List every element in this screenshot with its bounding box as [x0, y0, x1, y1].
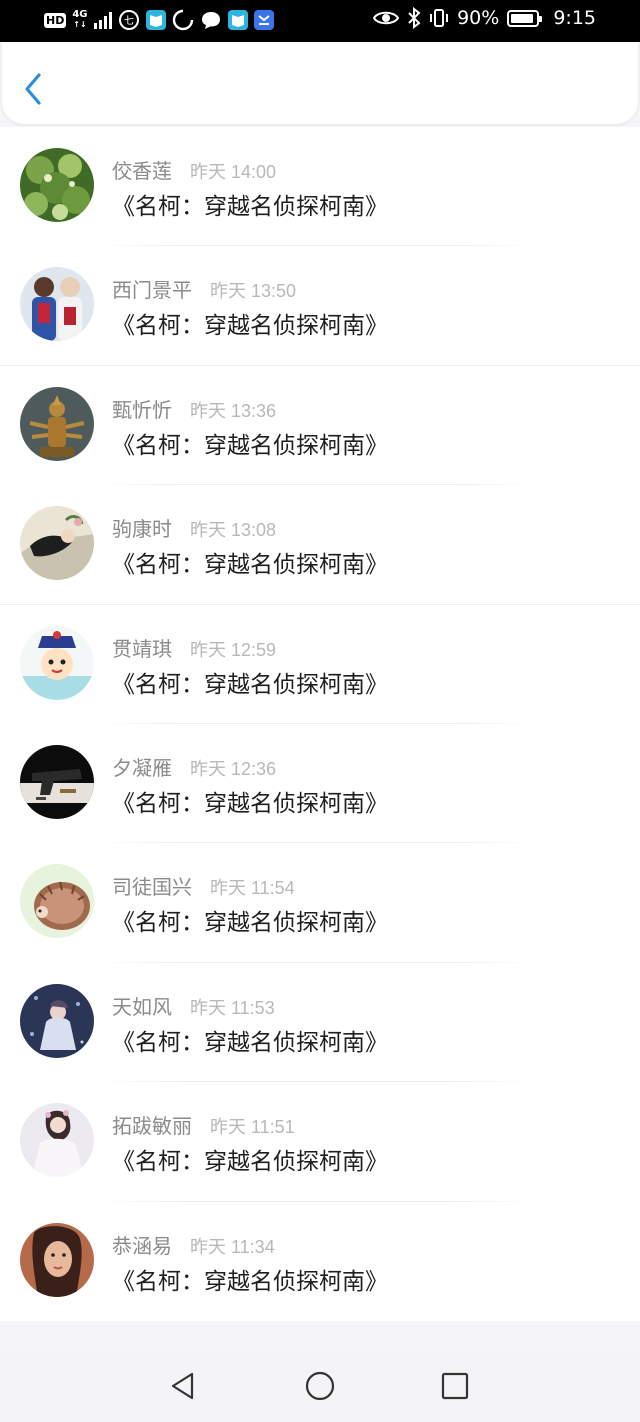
app-icon [253, 10, 274, 30]
avatar[interactable] [20, 267, 94, 342]
avatar[interactable] [20, 386, 94, 461]
battery-fill [511, 13, 533, 23]
message-text: 《名柯：穿越名侦探柯南》 [112, 1149, 388, 1176]
avatar[interactable] [20, 1222, 94, 1297]
list-item[interactable]: 司徒国兴 昨天 11:54 《名柯：穿越名侦探柯南》 [0, 843, 640, 964]
message-text: 《名柯：穿越名侦探柯南》 [112, 552, 388, 579]
sender-name: 恭涵易 昨天 11:34 [112, 1230, 275, 1259]
status-bar: HD 4G ↑↓ 七 90% 9:15 [0, 0, 640, 42]
battery-icon [507, 9, 543, 27]
message-time: 昨天 13:50 [210, 281, 297, 302]
app-icon: 七 [118, 10, 139, 30]
sender-name: 拓跋敏丽 昨天 11:51 [112, 1110, 295, 1139]
message-list: 佼香莲 昨天 14:00 《名柯：穿越名侦探柯南》 西门景平 昨天 13:50 《名… [0, 127, 640, 1321]
signal-icon [93, 11, 112, 29]
message-text: 《名柯：穿越名侦探柯南》 [112, 1029, 388, 1056]
back-button[interactable] [22, 72, 46, 106]
message-text: 《名柯：穿越名侦探柯南》 [112, 194, 388, 220]
sender-name: 西门景平 昨天 13:50 [112, 274, 296, 303]
sender-name: 天如风 昨天 11:53 [112, 991, 275, 1020]
message-time: 昨天 11:51 [210, 1117, 295, 1138]
sender-name-text: 驹康时 [112, 517, 172, 542]
loading-icon [172, 9, 193, 31]
message-time: 昨天 14:00 [190, 162, 277, 182]
sender-name: 佼香莲 昨天 14:00 [112, 155, 276, 184]
sender-name-text: 甄忻忻 [112, 397, 172, 422]
status-right: 90% 9:15 [373, 7, 596, 29]
sender-name-text: 拓跋敏丽 [112, 1114, 192, 1139]
message-text: 《名柯：穿越名侦探柯南》 [112, 313, 388, 340]
list-item[interactable]: 贯靖琪 昨天 12:59 《名柯：穿越名侦探柯南》 [0, 605, 640, 725]
avatar[interactable] [20, 625, 94, 700]
list-item[interactable]: 甄忻忻 昨天 13:36 《名柯：穿越名侦探柯南》 [0, 366, 640, 486]
message-text: 《名柯：穿越名侦探柯南》 [112, 1268, 388, 1295]
list-item[interactable]: 西门景平 昨天 13:50 《名柯：穿越名侦探柯南》 [0, 246, 640, 367]
recents-square-icon[interactable] [440, 1370, 470, 1402]
avatar[interactable] [20, 864, 94, 939]
message-time: 昨天 13:36 [190, 400, 277, 421]
avatar[interactable] [20, 506, 94, 581]
message-text: 《名柯：穿越名侦探柯南》 [112, 432, 388, 459]
reader-icon [227, 10, 248, 30]
list-item[interactable]: 拓跋敏丽 昨天 11:51 《名柯：穿越名侦探柯南》 [0, 1082, 640, 1202]
message-time: 昨天 13:08 [190, 520, 277, 541]
network-label: 4G [72, 9, 88, 20]
avatar[interactable] [20, 744, 94, 819]
avatar[interactable] [20, 148, 94, 222]
sender-name-text: 夕凝雁 [112, 755, 172, 780]
sender-name-text: 恭涵易 [112, 1233, 172, 1258]
list-item[interactable]: 恭涵易 昨天 11:34 《名柯：穿越名侦探柯南》 [0, 1202, 640, 1321]
sender-name: 甄忻忻 昨天 13:36 [112, 394, 276, 423]
clock: 9:15 [553, 7, 596, 29]
sender-name: 贯靖琪 昨天 12:59 [112, 633, 276, 662]
message-time: 昨天 12:59 [190, 639, 277, 660]
status-left: HD 4G ↑↓ 七 [44, 9, 274, 31]
chat-icon [201, 12, 220, 29]
sender-name-text: 贯靖琪 [112, 636, 172, 661]
bluetooth-icon [408, 7, 421, 29]
sender-name: 司徒国兴 昨天 11:54 [112, 871, 295, 900]
reader-icon [145, 10, 166, 30]
avatar[interactable] [20, 983, 94, 1058]
sender-name-text: 司徒国兴 [112, 875, 192, 900]
chevron-left-icon [25, 73, 41, 105]
network-icon: 4G ↑↓ [72, 9, 88, 30]
avatar[interactable] [20, 1103, 94, 1178]
message-text: 《名柯：穿越名侦探柯南》 [112, 910, 388, 937]
list-item[interactable]: 夕凝雁 昨天 12:36 《名柯：穿越名侦探柯南》 [0, 724, 640, 844]
sender-name: 夕凝雁 昨天 12:36 [112, 752, 276, 781]
message-time: 昨天 12:36 [190, 758, 277, 779]
hd-icon: HD [44, 12, 67, 28]
message-time: 昨天 11:34 [190, 1236, 275, 1257]
list-item[interactable]: 佼香莲 昨天 14:00 《名柯：穿越名侦探柯南》 [0, 127, 640, 247]
list-item[interactable]: 驹康时 昨天 13:08 《名柯：穿越名侦探柯南》 [0, 485, 640, 605]
sender-name-text: 天如风 [112, 994, 172, 1019]
message-text: 《名柯：穿越名侦探柯南》 [112, 790, 388, 817]
header-bar [2, 42, 638, 124]
home-circle-icon[interactable] [305, 1370, 335, 1402]
vibrate-icon [430, 9, 449, 27]
sender-name-text: 西门景平 [112, 278, 192, 303]
list-item[interactable]: 天如风 昨天 11:53 《名柯：穿越名侦探柯南》 [0, 963, 640, 1083]
eye-icon [373, 11, 400, 25]
message-text: 《名柯：穿越名侦探柯南》 [112, 671, 388, 698]
message-time: 昨天 11:53 [190, 997, 275, 1018]
back-triangle-icon[interactable] [168, 1370, 198, 1402]
svg-text:七: 七 [124, 15, 134, 27]
message-time: 昨天 11:54 [210, 878, 295, 899]
sender-name: 驹康时 昨天 13:08 [112, 513, 276, 542]
sender-name-text: 佼香莲 [112, 159, 172, 183]
battery-percent: 90% [457, 7, 500, 29]
system-nav-bar [0, 1350, 640, 1422]
